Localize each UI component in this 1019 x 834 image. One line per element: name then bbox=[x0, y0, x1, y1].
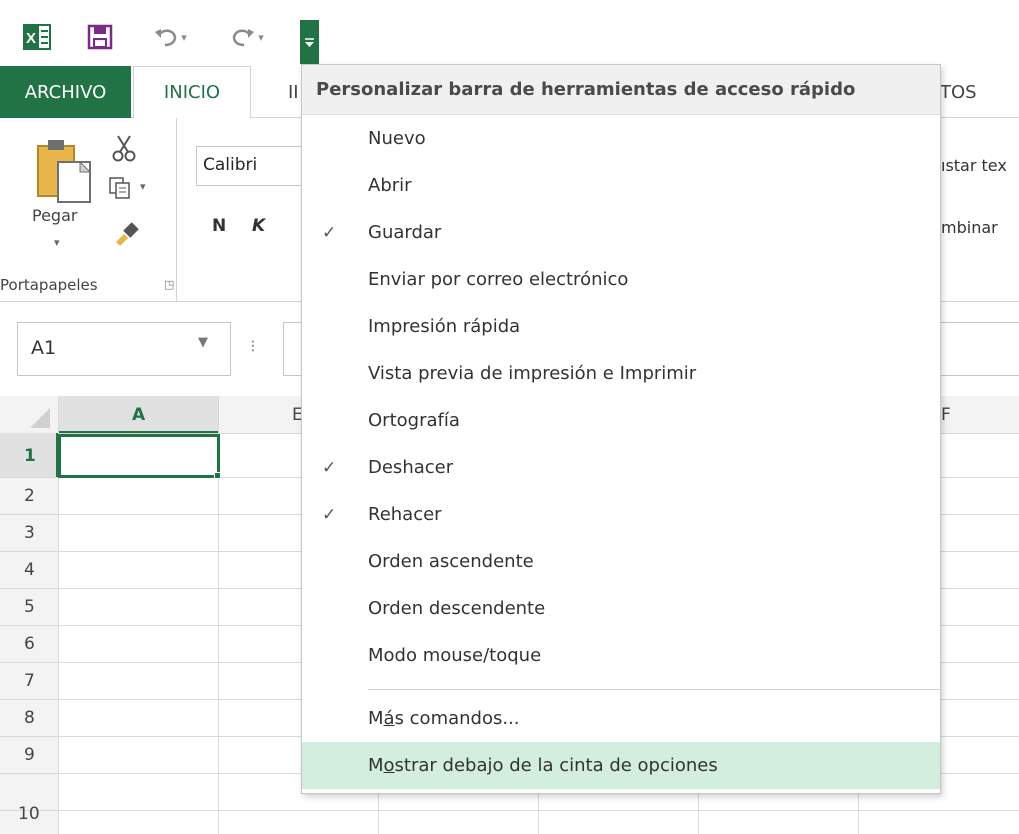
menu-item-mostrar-debajo[interactable]: Mostrar debajo de la cinta de opciones bbox=[302, 742, 940, 789]
format-painter-icon[interactable] bbox=[112, 218, 142, 248]
copy-icon[interactable]: ▾ bbox=[108, 176, 158, 202]
italic-button[interactable]: K bbox=[252, 216, 265, 236]
formula-bar-grip: ⁝ bbox=[250, 336, 256, 357]
menu-item-abrir[interactable]: Abrir bbox=[302, 162, 940, 209]
select-all-icon[interactable] bbox=[22, 404, 52, 434]
bold-button[interactable]: N bbox=[212, 216, 226, 236]
check-icon: ✓ bbox=[322, 457, 337, 478]
menu-item-label: Orden descendente bbox=[368, 598, 546, 619]
menu-item-label: Abrir bbox=[368, 175, 412, 196]
fill-handle[interactable] bbox=[214, 472, 221, 479]
menu-item-impresion-rapida[interactable]: Impresión rápida bbox=[302, 303, 940, 350]
row-number[interactable]: 5 bbox=[0, 597, 58, 617]
menu-item-guardar[interactable]: ✓ Guardar bbox=[302, 209, 940, 256]
menu-item-label: Rehacer bbox=[368, 504, 442, 525]
tab-inicio[interactable]: INICIO bbox=[133, 66, 251, 119]
active-cell-a1[interactable] bbox=[58, 434, 220, 478]
check-icon: ✓ bbox=[322, 222, 337, 243]
menu-item-rehacer[interactable]: ✓ Rehacer bbox=[302, 491, 940, 538]
menu-item-modo-mouse-toque[interactable]: Modo mouse/toque bbox=[302, 632, 940, 679]
row-number[interactable]: 3 bbox=[0, 523, 58, 543]
row-number[interactable]: 6 bbox=[0, 634, 58, 654]
menu-item-ortografia[interactable]: Ortografía bbox=[302, 397, 940, 444]
font-name-box[interactable]: Calibri bbox=[196, 146, 306, 186]
wrap-text-button[interactable]: ıstar tex bbox=[941, 156, 1007, 175]
menu-item-label: Modo mouse/toque bbox=[368, 645, 542, 666]
menu-item-enviar-correo[interactable]: Enviar por correo electrónico bbox=[302, 256, 940, 303]
svg-text:X: X bbox=[26, 30, 36, 47]
row-number[interactable]: 4 bbox=[0, 560, 58, 580]
menu-item-label: Vista previa de impresión e Imprimir bbox=[368, 363, 697, 384]
paste-label[interactable]: Pegar bbox=[32, 206, 77, 225]
menu-item-vista-previa[interactable]: Vista previa de impresión e Imprimir bbox=[302, 350, 940, 397]
menu-item-orden-ascendente[interactable]: Orden ascendente bbox=[302, 538, 940, 585]
menu-item-label: Guardar bbox=[368, 222, 442, 243]
menu-item-deshacer[interactable]: ✓ Deshacer bbox=[302, 444, 940, 491]
merge-center-button[interactable]: mbinar bbox=[941, 218, 998, 237]
menu-item-mas-comandos[interactable]: Más comandos... bbox=[302, 695, 940, 742]
column-header-a[interactable]: A bbox=[58, 396, 218, 433]
menu-separator bbox=[368, 689, 940, 690]
column-f-label[interactable]: F bbox=[941, 405, 951, 425]
row-number[interactable]: 7 bbox=[0, 671, 58, 691]
customize-qat-menu: Personalizar barra de herramientas de ac… bbox=[301, 64, 941, 794]
menu-item-label: Más comandos... bbox=[368, 708, 520, 729]
paste-icon[interactable] bbox=[36, 136, 94, 208]
undo-dropdown-icon[interactable]: ▾ bbox=[181, 31, 187, 44]
redo-dropdown-icon[interactable]: ▾ bbox=[258, 31, 264, 44]
row-number[interactable]: 8 bbox=[0, 708, 58, 728]
menu-item-orden-descendente[interactable]: Orden descendente bbox=[302, 585, 940, 632]
paste-dropdown-icon[interactable]: ▾ bbox=[54, 236, 60, 249]
menu-item-label: Deshacer bbox=[368, 457, 454, 478]
cut-icon[interactable] bbox=[110, 134, 140, 164]
menu-item-label: Nuevo bbox=[368, 128, 426, 149]
tab-insertar[interactable]: II bbox=[262, 66, 302, 118]
clipboard-group-label: Portapapeles bbox=[0, 276, 98, 294]
menu-item-label: Orden ascendente bbox=[368, 551, 534, 572]
column-a-label: A bbox=[132, 405, 146, 425]
name-box[interactable]: A1 ▼ bbox=[17, 322, 231, 376]
row-number[interactable]: 1 bbox=[0, 446, 58, 466]
row-number[interactable]: 2 bbox=[0, 486, 58, 506]
menu-item-label: Enviar por correo electrónico bbox=[368, 269, 629, 290]
menu-item-label: Impresión rápida bbox=[368, 316, 521, 337]
quick-access-toolbar: X ▾ ▾ bbox=[0, 0, 1019, 66]
row-number[interactable]: 10 bbox=[0, 804, 58, 824]
redo-icon[interactable]: ▾ bbox=[222, 22, 272, 52]
menu-item-label: Ortografía bbox=[368, 410, 460, 431]
tab-datos[interactable]: TOS bbox=[940, 66, 1019, 118]
dialog-launcher-icon[interactable]: ◳ bbox=[164, 278, 174, 291]
name-box-value: A1 bbox=[31, 337, 57, 359]
menu-item-nuevo[interactable]: Nuevo bbox=[302, 115, 940, 162]
name-box-dropdown-icon[interactable]: ▼ bbox=[198, 335, 208, 350]
excel-icon[interactable]: X bbox=[22, 22, 52, 52]
save-icon[interactable] bbox=[85, 22, 115, 52]
group-divider bbox=[176, 118, 177, 302]
check-icon: ✓ bbox=[322, 504, 337, 525]
menu-item-label: Mostrar debajo de la cinta de opciones bbox=[368, 755, 718, 776]
customize-qat-icon[interactable] bbox=[300, 20, 319, 64]
undo-icon[interactable]: ▾ bbox=[145, 22, 195, 52]
row-number[interactable]: 9 bbox=[0, 745, 58, 765]
tab-archivo[interactable]: ARCHIVO bbox=[0, 66, 131, 118]
menu-header: Personalizar barra de herramientas de ac… bbox=[302, 65, 940, 115]
